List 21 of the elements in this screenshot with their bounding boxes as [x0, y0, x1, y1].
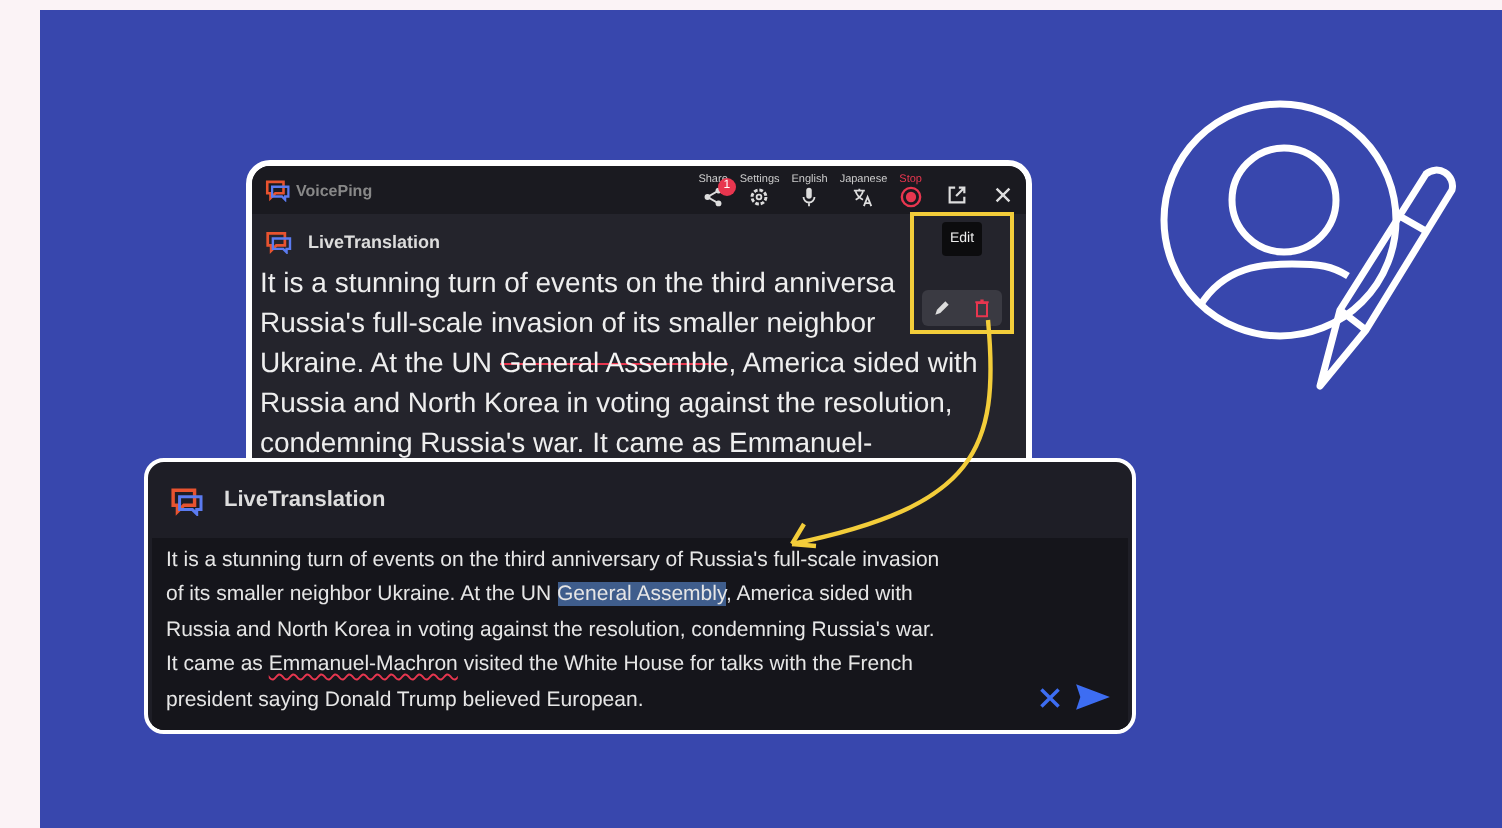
chat-bubble-logo-icon: [168, 485, 204, 515]
message-line: Russia and North Korea in voting against the resolution,: [260, 384, 953, 422]
cancel-icon[interactable]: [1038, 685, 1062, 709]
share-icon: [702, 185, 725, 207]
settings-icon: [748, 185, 771, 207]
stop-record-icon: [899, 185, 922, 207]
sender-name: LiveTranslation: [224, 488, 386, 512]
send-icon[interactable]: [1074, 682, 1112, 712]
translate-icon: [852, 185, 875, 207]
sender-name: LiveTranslation: [308, 232, 441, 252]
close-icon[interactable]: [992, 183, 1014, 205]
message-line: It is a stunning turn of events on the third anniversa: [260, 264, 896, 302]
external-link-icon[interactable]: [946, 183, 968, 205]
pencil-icon[interactable]: [932, 298, 952, 318]
app-name: VoicePing: [296, 181, 373, 199]
chat-bubble-logo-icon: [264, 230, 292, 254]
chat-bubble-logo-icon: [264, 178, 290, 202]
message-line: Russia's full-scale invasion of its smaller neighbor: [260, 304, 876, 342]
trash-icon[interactable]: [972, 298, 992, 318]
microphone-icon: [798, 185, 821, 207]
message-line: condemning Russia's war. It came as Emmanuel-: [260, 424, 873, 462]
